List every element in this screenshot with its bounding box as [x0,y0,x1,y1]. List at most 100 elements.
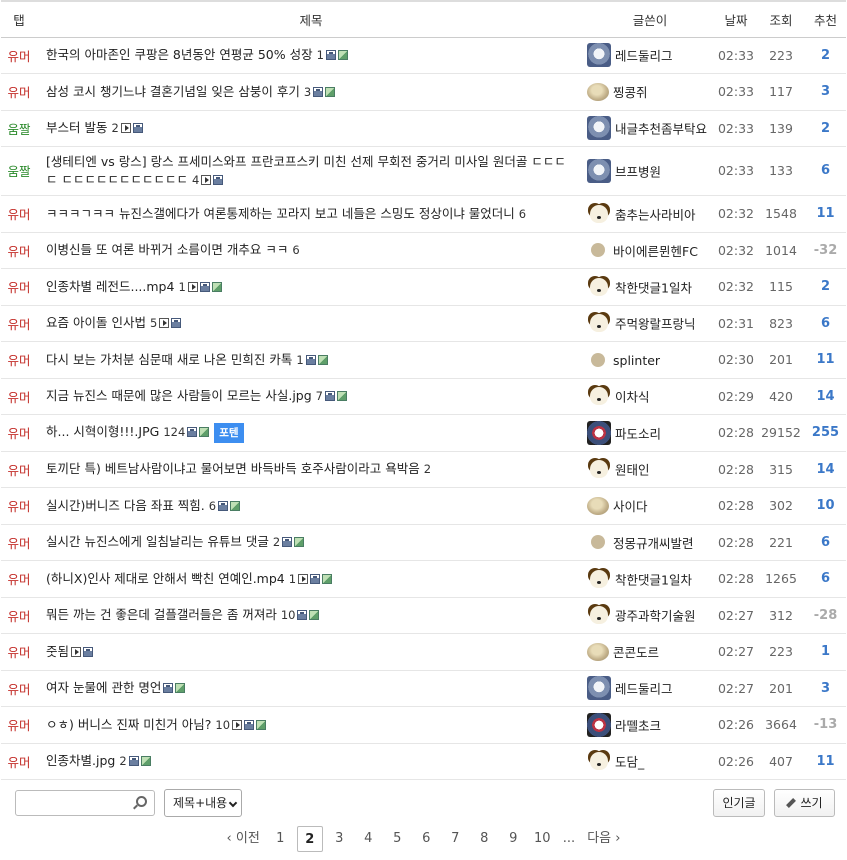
row-writer[interactable]: 광주과학기술원 [585,597,715,634]
row-writer[interactable]: 레드둘리그 [585,670,715,707]
table-row[interactable]: 유머 삼성 코시 챙기느냐 결혼기념일 잊은 삼붕이 후기 3 찡콩쥐 02:33 117… [1,73,846,111]
row-tab[interactable]: 유머 [1,414,37,452]
row-writer[interactable]: 착한댓글1일차 [585,560,715,598]
row-writer[interactable]: 정몽규개씨발련 [585,524,715,561]
writer-name[interactable]: 라뗄초크 [615,718,661,733]
row-tab[interactable]: 유머 [1,378,37,415]
table-row[interactable]: 유머 인종차별.jpg 2 도담_ 02:26 407 11 [1,743,846,780]
row-writer[interactable]: 찡콩쥐 [585,73,715,111]
post-title-link[interactable]: 인종차별 레전드....mp4 [46,279,174,294]
post-title-link[interactable]: 토끼단 특) 베트남사람이냐고 물어보면 바득바득 호주사람이라고 욕박음 [46,461,420,476]
row-title-cell[interactable]: 지금 뉴진스 때문에 많은 사람들이 모르는 사실.jpg 7 [37,378,585,415]
table-row[interactable]: 유머 다시 보는 가처분 심문때 새로 나온 민희진 카톡 1 splinter 02:… [1,341,846,379]
row-tab[interactable]: 유머 [1,743,37,780]
comment-count[interactable]: 2 [111,121,118,135]
row-tab[interactable]: 유머 [1,706,37,744]
row-tab[interactable]: 유머 [1,597,37,634]
post-title-link[interactable]: 이병신들 또 여론 바뀌거 소름이면 개추요 ㅋㅋ [46,242,288,257]
comment-count[interactable]: 6 [519,207,526,221]
post-title-link[interactable]: 요즘 아이돌 인사법 [46,315,146,330]
comment-count[interactable]: 1 [317,48,324,62]
row-title-cell[interactable]: 토끼단 특) 베트남사람이냐고 물어보면 바득바득 호주사람이라고 욕박음 2 [37,451,585,488]
page-link[interactable]: 4 [360,826,377,852]
row-title-cell[interactable]: 실시간 뉴진스에게 일침날리는 유튜브 댓글 2 [37,524,585,561]
row-writer[interactable]: 착한댓글1일차 [585,268,715,306]
post-title-link[interactable]: 여자 눈물에 관한 명언 [46,680,161,695]
page-link[interactable]: 1 [272,826,289,852]
search-input[interactable] [16,791,128,815]
row-tab[interactable]: 움짤 [1,146,37,196]
table-row[interactable]: 유머 (하니X)인사 제대로 안해서 빡친 연예인.mp4 1 착한댓글1일차 02:2… [1,560,846,598]
page-link[interactable]: 2 [296,826,323,852]
writer-name[interactable]: 바이에른뮌헨FC [613,244,698,259]
writer-name[interactable]: 레드둘리그 [615,682,673,697]
writer-name[interactable]: 콘콘도르 [613,645,659,660]
table-row[interactable]: 유머 이병신들 또 여론 바뀌거 소름이면 개추요 ㅋㅋ 6 바이에른뮌헨FC 02:3… [1,232,846,269]
post-title-link[interactable]: 한국의 아마존인 쿠팡은 8년동안 연평균 50% 성장 [46,47,313,62]
row-writer[interactable]: 콘콘도르 [585,633,715,671]
table-row[interactable]: 유머 실시간)버니즈 다음 좌표 찍힘. 6 사이다 02:28 302 10 [1,487,846,525]
next-page-link[interactable]: 다음 › [587,826,620,852]
post-title-link[interactable]: 뭐든 까는 건 좋은데 걸플갤러들은 좀 꺼져라 [46,607,277,622]
row-writer[interactable]: 사이다 [585,487,715,525]
page-link[interactable]: 9 [505,826,522,852]
row-title-cell[interactable]: 부스터 발동 2 [37,110,585,147]
comment-count[interactable]: 6 [209,499,216,513]
comment-count[interactable]: 1 [289,572,296,586]
prev-page-link[interactable]: ‹ 이전 [227,826,260,852]
row-tab[interactable]: 유머 [1,37,37,74]
post-title-link[interactable]: 하... 시혁이형!!!.JPG [46,424,159,439]
comment-count[interactable]: 1 [296,353,303,367]
table-row[interactable]: 유머 토끼단 특) 베트남사람이냐고 물어보면 바득바득 호주사람이라고 욕박음 2… [1,451,846,488]
comment-count[interactable]: 2 [424,462,431,476]
writer-name[interactable]: 사이다 [613,499,648,514]
writer-name[interactable]: 내글추천좀부탁요 [615,122,707,137]
row-tab[interactable]: 유머 [1,195,37,233]
row-tab[interactable]: 유머 [1,633,37,671]
row-writer[interactable]: 파도소리 [585,414,715,452]
row-tab[interactable]: 유머 [1,341,37,379]
writer-name[interactable]: 춤추는사라비아 [615,207,696,222]
comment-count[interactable]: 3 [304,85,311,99]
comment-count[interactable]: 4 [192,173,199,187]
writer-name[interactable]: 원태인 [615,463,650,478]
row-tab[interactable]: 유머 [1,487,37,525]
row-title-cell[interactable]: 줏됨 [37,633,585,671]
comment-count[interactable]: 124 [163,425,185,439]
page-link[interactable]: 7 [447,826,464,852]
row-tab[interactable]: 움짤 [1,110,37,147]
row-tab[interactable]: 유머 [1,560,37,598]
table-row[interactable]: 유머 요즘 아이돌 인사법 5 주먹왕랄프랑닉 02:31 823 6 [1,305,846,342]
writer-name[interactable]: 찡콩쥐 [613,85,648,100]
row-title-cell[interactable]: 하... 시혁이형!!!.JPG 124 포텐 [37,414,585,452]
comment-count[interactable]: 2 [119,754,126,768]
post-title-link[interactable]: 지금 뉴진스 때문에 많은 사람들이 모르는 사실.jpg [46,388,312,403]
row-title-cell[interactable]: ㅋㅋㅋㄱㅋㅋ 뉴진스갤에다가 여론통제하는 꼬라지 보고 네들은 스밍도 정상이… [37,195,585,233]
page-link[interactable]: 8 [476,826,493,852]
row-title-cell[interactable]: 이병신들 또 여론 바뀌거 소름이면 개추요 ㅋㅋ 6 [37,232,585,269]
row-tab[interactable]: 유머 [1,305,37,342]
page-link[interactable]: 10 [534,826,551,852]
row-writer[interactable]: 내글추천좀부탁요 [585,110,715,147]
table-row[interactable]: 유머 줏됨 콘콘도르 02:27 223 1 [1,633,846,671]
table-row[interactable]: 유머 하... 시혁이형!!!.JPG 124 포텐 파도소리 02:28 29152 255 [1,414,846,452]
row-writer[interactable]: splinter [585,341,715,379]
post-title-link[interactable]: (하니X)인사 제대로 안해서 빡친 연예인.mp4 [46,571,285,586]
row-title-cell[interactable]: 실시간)버니즈 다음 좌표 찍힘. 6 [37,487,585,525]
row-writer[interactable]: 레드둘리그 [585,37,715,74]
writer-name[interactable]: 브프병원 [615,164,661,179]
row-writer[interactable]: 원태인 [585,451,715,488]
post-title-link[interactable]: ㅇㅎ) 버니스 진짜 미친거 아님? [46,717,211,732]
row-writer[interactable]: 주먹왕랄프랑닉 [585,305,715,342]
row-tab[interactable]: 유머 [1,524,37,561]
writer-name[interactable]: 착한댓글1일차 [615,280,692,295]
row-title-cell[interactable]: ㅇㅎ) 버니스 진짜 미친거 아님? 10 [37,706,585,744]
post-title-link[interactable]: 인종차별.jpg [46,753,115,768]
table-row[interactable]: 유머 여자 눈물에 관한 명언 레드둘리그 02:27 201 3 [1,670,846,707]
row-title-cell[interactable]: 인종차별.jpg 2 [37,743,585,780]
row-title-cell[interactable]: 인종차별 레전드....mp4 1 [37,268,585,306]
writer-name[interactable]: 착한댓글1일차 [615,572,692,587]
table-row[interactable]: 유머 ㅇㅎ) 버니스 진짜 미친거 아님? 10 라뗄초크 02:26 3664 -13 [1,706,846,744]
writer-name[interactable]: 레드둘리그 [615,49,673,64]
post-title-link[interactable]: 부스터 발동 [46,120,107,135]
